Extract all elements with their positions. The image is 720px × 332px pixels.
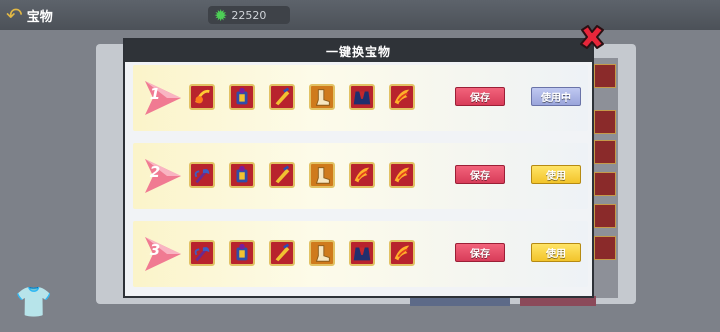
save-button[interactable]: 保存	[455, 243, 505, 262]
background-item-icon	[594, 64, 616, 88]
modal-header: 一键换宝物	[125, 40, 592, 62]
row-number: 1	[149, 85, 161, 103]
green-gem-icon: ✹	[214, 5, 228, 25]
wings-treasure-icon[interactable]	[349, 162, 375, 188]
background-item-icon	[594, 140, 616, 164]
back-button[interactable]: ↶ 宝物	[6, 3, 86, 27]
boots-treasure-icon[interactable]	[309, 162, 335, 188]
row-number: 2	[149, 163, 161, 181]
top-bar: ↶ 宝物 ✹ 22520	[0, 0, 720, 30]
row-number: 3	[149, 241, 161, 259]
shirt-icon[interactable]: 👕	[14, 284, 54, 320]
background-item-icon	[594, 204, 616, 228]
armor-treasure-icon[interactable]	[229, 240, 255, 266]
wings-treasure-icon[interactable]	[389, 240, 415, 266]
fire-bow-treasure-icon[interactable]	[189, 84, 215, 110]
blade-treasure-icon[interactable]	[269, 240, 295, 266]
in-use-button[interactable]: 使用中	[531, 87, 581, 106]
background-item-icon	[594, 172, 616, 196]
use-button[interactable]: 使用	[531, 165, 581, 184]
cloak-treasure-icon[interactable]	[349, 240, 375, 266]
boots-treasure-icon[interactable]	[309, 84, 335, 110]
axe-treasure-icon[interactable]	[189, 240, 215, 266]
close-icon[interactable]	[578, 24, 606, 50]
save-button[interactable]: 保存	[455, 87, 505, 106]
back-title: 宝物	[26, 9, 53, 25]
currency-display: ✹ 22520	[208, 5, 290, 25]
boots-treasure-icon[interactable]	[309, 240, 335, 266]
currency-value: 22520	[231, 8, 267, 22]
armor-treasure-icon[interactable]	[229, 162, 255, 188]
loadout-row-1: 1 保存 使用中	[133, 65, 588, 131]
loadout-modal: 一键换宝物 1 保存 使用中 2 保存 使用 3 保存 使用	[123, 38, 594, 298]
loadout-row-2: 2 保存 使用	[133, 143, 588, 209]
background-item-icon	[594, 110, 616, 134]
use-button[interactable]: 使用	[531, 243, 581, 262]
armor-treasure-icon[interactable]	[229, 84, 255, 110]
modal-title: 一键换宝物	[325, 44, 391, 59]
loadout-row-3: 3 保存 使用	[133, 221, 588, 287]
wings-treasure-icon[interactable]	[389, 84, 415, 110]
back-arrow-icon: ↶	[6, 3, 23, 27]
axe-treasure-icon[interactable]	[189, 162, 215, 188]
blade-treasure-icon[interactable]	[269, 162, 295, 188]
save-button[interactable]: 保存	[455, 165, 505, 184]
blade-treasure-icon[interactable]	[269, 84, 295, 110]
cloak-treasure-icon[interactable]	[349, 84, 375, 110]
wings-treasure-icon[interactable]	[389, 162, 415, 188]
background-item-icon	[594, 236, 616, 260]
